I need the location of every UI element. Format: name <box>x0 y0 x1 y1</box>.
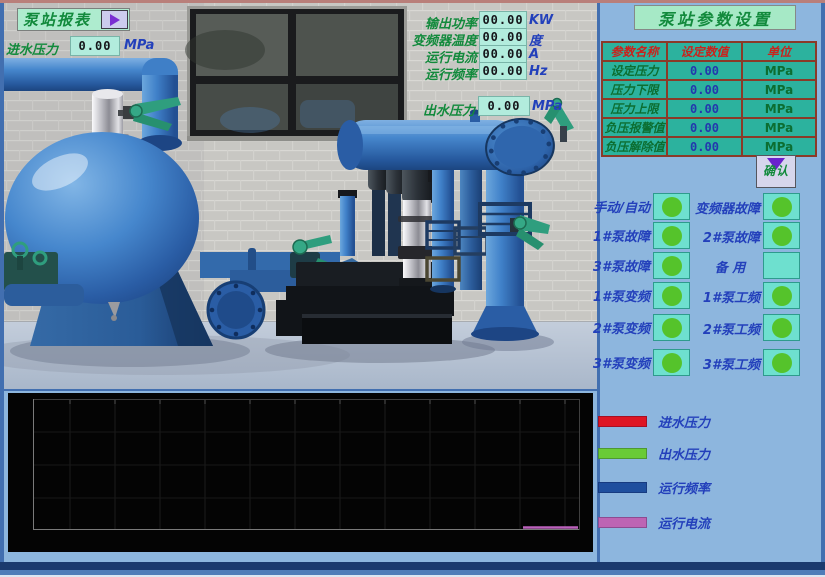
legend-label-outlet-pressure: 出水压力 <box>658 444 710 463</box>
inverter-temp-value: 00.00 <box>479 28 527 46</box>
status-label-pump3-vfd: 3#泵变频 <box>592 353 650 372</box>
led-vfd-fault <box>763 193 800 220</box>
status-label-manual-auto: 手动/自动 <box>592 197 650 216</box>
led-pump3-vfd <box>653 349 690 376</box>
bottom-frame-dark <box>0 562 825 570</box>
legend-label-run-current: 运行电流 <box>658 513 710 532</box>
report-button-label: 泵站报表 <box>23 9 91 30</box>
hmi-root: 泵站报表 进水压力 0.00 MPa 输出功率 00.00 KW 变频器温度 0… <box>0 0 825 577</box>
param-unit: MPa <box>742 118 816 137</box>
settings-table-header-row: 参数名称 设定数值 单位 <box>602 42 816 61</box>
col-param-name: 参数名称 <box>602 42 667 61</box>
led-pump3-mains <box>763 349 800 376</box>
legend-swatch-run-frequency <box>598 482 647 493</box>
status-label-spare: 备 用 <box>700 257 760 276</box>
status-label-pump2-mains: 2#泵工频 <box>690 319 760 338</box>
run-frequency-unit: Hz <box>529 64 547 79</box>
settings-panel-title: 泵站参数设置 <box>634 5 796 30</box>
outlet-pressure-label: 出水压力 <box>395 100 475 119</box>
green-led-icon <box>662 353 682 373</box>
table-row: 设定压力 0.00 MPa <box>602 61 816 80</box>
legend-swatch-outlet-pressure <box>598 448 647 459</box>
settings-table: 参数名称 设定数值 单位 设定压力 0.00 MPa 压力下限 0.00 MPa… <box>601 41 817 157</box>
status-label-pump3-mains: 3#泵工频 <box>690 354 760 373</box>
param-name: 压力下限 <box>602 80 667 99</box>
param-value-field[interactable]: 0.00 <box>667 80 742 99</box>
table-row: 负压解除值 0.00 MPa <box>602 137 816 156</box>
legend-swatch-run-current <box>598 517 647 528</box>
outlet-pressure-value: 0.00 <box>478 96 530 116</box>
play-arrow-icon <box>110 14 120 26</box>
status-label-vfd-fault: 变频器故障 <box>690 198 760 217</box>
led-pump2-mains <box>763 314 800 341</box>
param-value-field[interactable]: 0.00 <box>667 137 742 156</box>
run-current-unit: A <box>529 47 539 62</box>
param-name: 设定压力 <box>602 61 667 80</box>
confirm-button[interactable]: 确认 <box>756 155 796 188</box>
status-label-pump1-mains: 1#泵工频 <box>690 287 760 306</box>
led-manual-auto <box>653 193 690 220</box>
green-led-icon <box>772 353 792 373</box>
run-frequency-label: 运行频率 <box>397 64 477 83</box>
param-name: 负压报警值 <box>602 118 667 137</box>
outlet-pressure-unit: MPa <box>532 99 562 114</box>
green-led-icon <box>772 318 792 338</box>
settings-table-wrap: 参数名称 设定数值 单位 设定压力 0.00 MPa 压力下限 0.00 MPa… <box>601 41 817 157</box>
param-value-field[interactable]: 0.00 <box>667 118 742 137</box>
col-set-value: 设定数值 <box>667 42 742 61</box>
window-reflection <box>185 30 265 70</box>
status-label-pump2-vfd: 2#泵变频 <box>592 318 650 337</box>
led-pump2-vfd <box>653 314 690 341</box>
green-led-icon <box>662 226 682 246</box>
green-led-icon <box>662 286 682 306</box>
led-pump1-fault <box>653 222 690 249</box>
led-pump1-mains <box>763 282 800 309</box>
trend-chart-plot <box>8 393 593 552</box>
green-led-icon <box>772 286 792 306</box>
param-value-field[interactable]: 0.00 <box>667 61 742 80</box>
confirm-button-label: 确认 <box>763 162 789 179</box>
output-power-unit: KW <box>529 13 553 28</box>
green-led-icon <box>772 197 792 217</box>
legend-label-inlet-pressure: 进水压力 <box>658 412 710 431</box>
run-current-value: 00.00 <box>479 45 527 63</box>
table-row: 压力下限 0.00 MPa <box>602 80 816 99</box>
table-row: 压力上限 0.00 MPa <box>602 99 816 118</box>
led-pump1-vfd <box>653 282 690 309</box>
green-led-icon <box>662 318 682 338</box>
pump-chrome-casing <box>398 200 436 286</box>
output-power-value: 00.00 <box>479 11 527 29</box>
legend-swatch-inlet-pressure <box>598 416 647 427</box>
param-value-field[interactable]: 0.00 <box>667 99 742 118</box>
led-pump2-fault <box>763 222 800 249</box>
led-pump3-fault <box>653 252 690 279</box>
table-row: 负压报警值 0.00 MPa <box>602 118 816 137</box>
report-arrow-button[interactable] <box>101 10 128 29</box>
run-frequency-value: 00.00 <box>479 62 527 80</box>
status-label-pump1-fault: 1#泵故障 <box>592 226 650 245</box>
legend-label-run-frequency: 运行频率 <box>658 478 710 497</box>
param-name: 负压解除值 <box>602 137 667 156</box>
param-unit: MPa <box>742 99 816 118</box>
trend-chart <box>8 393 593 552</box>
inlet-pressure-value: 0.00 <box>70 36 120 56</box>
param-unit: MPa <box>742 80 816 99</box>
status-label-pump2-fault: 2#泵故障 <box>690 227 760 246</box>
status-label-pump1-vfd: 1#泵变频 <box>592 286 650 305</box>
inlet-pressure-unit: MPa <box>124 38 154 53</box>
status-label-pump3-fault: 3#泵故障 <box>592 256 650 275</box>
green-led-icon <box>662 256 682 276</box>
trend-panel <box>4 391 597 562</box>
flange-elbow <box>208 282 264 338</box>
green-led-icon <box>772 226 792 246</box>
param-unit: MPa <box>742 137 816 156</box>
param-name: 压力上限 <box>602 99 667 118</box>
inlet-pressure-label: 进水压力 <box>6 39 58 58</box>
col-unit: 单位 <box>742 42 816 61</box>
led-spare-empty <box>763 252 800 279</box>
param-unit: MPa <box>742 61 816 80</box>
green-led-icon <box>662 197 682 217</box>
